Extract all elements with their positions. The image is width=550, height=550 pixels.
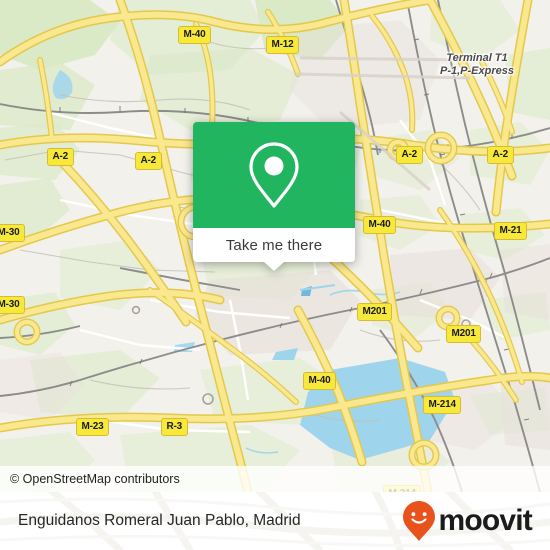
moovit-logo[interactable]: moovit [402, 500, 533, 542]
road-shield: A-2 [396, 146, 423, 164]
location-title: Enguidanos Romeral Juan Pablo, Madrid [18, 512, 301, 529]
callout-tail [264, 262, 284, 271]
take-me-there-callout[interactable]: Take me there [193, 122, 355, 271]
moovit-map-screenshot: M-40 M-12 A-2 A-2 A-2 A-2 M-30 M-40 M-21 M-30 M201… [0, 0, 550, 550]
moovit-wordmark: moovit [438, 504, 532, 537]
callout-button[interactable]: Take me there [193, 228, 355, 271]
road-shield: M-30 [0, 296, 25, 314]
poi-label-line1: Terminal T1 [446, 52, 508, 64]
road-shield: M-40 [178, 26, 211, 44]
road-shield: A-2 [487, 146, 514, 164]
page-footer: Enguidanos Romeral Juan Pablo, Madrid mo… [0, 492, 550, 550]
road-shield: M201 [446, 325, 482, 343]
road-shield: R-3 [161, 418, 188, 436]
location-pin-icon [249, 142, 299, 208]
road-shield: M-21 [494, 222, 527, 240]
road-shield: A-2 [47, 148, 74, 166]
road-shield: M-12 [266, 36, 299, 54]
map-attribution: © OpenStreetMap contributors [0, 466, 550, 492]
road-shield: M-214 [423, 396, 462, 414]
callout-icon-area [193, 122, 355, 228]
poi-label: Terminal T1 P-1,P-Express [440, 52, 514, 78]
moovit-smiley-pin-icon [403, 501, 436, 541]
poi-label-line2: P-1,P-Express [440, 65, 514, 77]
road-shield: A-2 [135, 152, 162, 170]
attribution-text: © OpenStreetMap contributors [10, 472, 180, 486]
callout-button-label: Take me there [225, 236, 323, 254]
road-shield: M-40 [303, 372, 336, 390]
road-shield: M201 [357, 303, 393, 321]
road-shield: M-23 [76, 418, 109, 436]
road-shield: M-30 [0, 224, 25, 242]
road-shield: M-40 [363, 216, 396, 234]
